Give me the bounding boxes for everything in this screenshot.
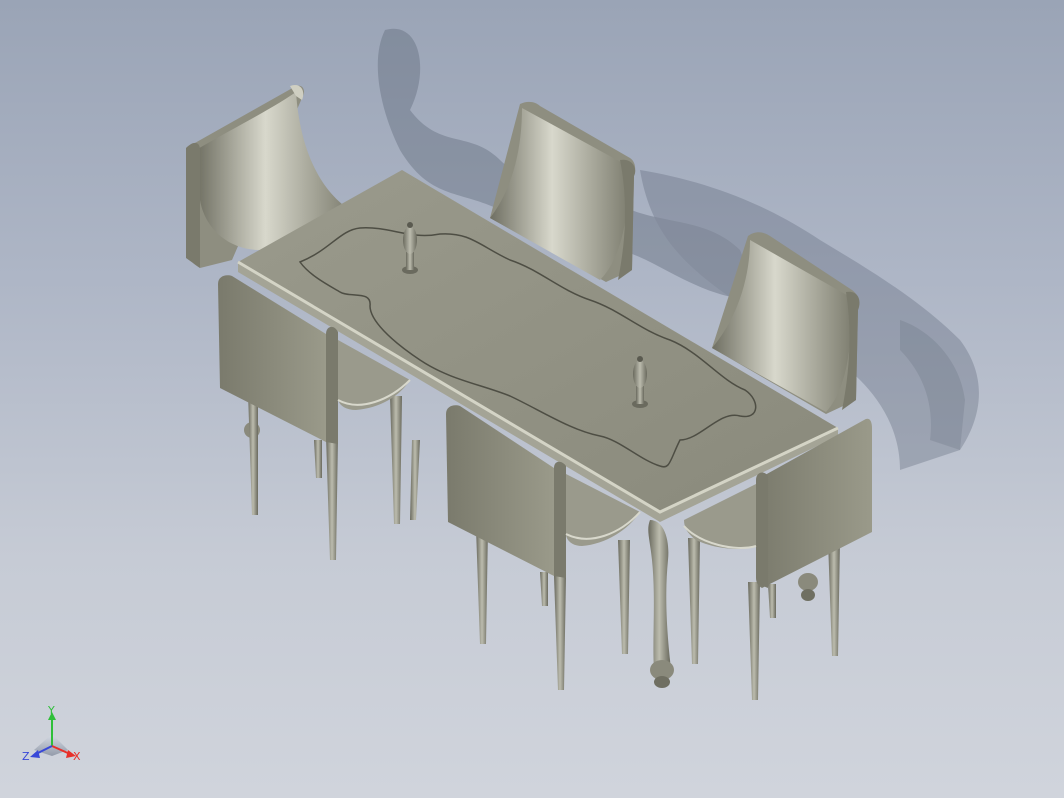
y-axis-label: Y	[47, 704, 55, 717]
view-orientation-triad[interactable]: Y X Z	[20, 704, 84, 768]
z-axis-label: Z	[22, 750, 30, 763]
x-axis-label: X	[73, 750, 81, 763]
model-scene[interactable]	[0, 0, 1064, 798]
graphics-viewport[interactable]: Y X Z	[0, 0, 1064, 798]
